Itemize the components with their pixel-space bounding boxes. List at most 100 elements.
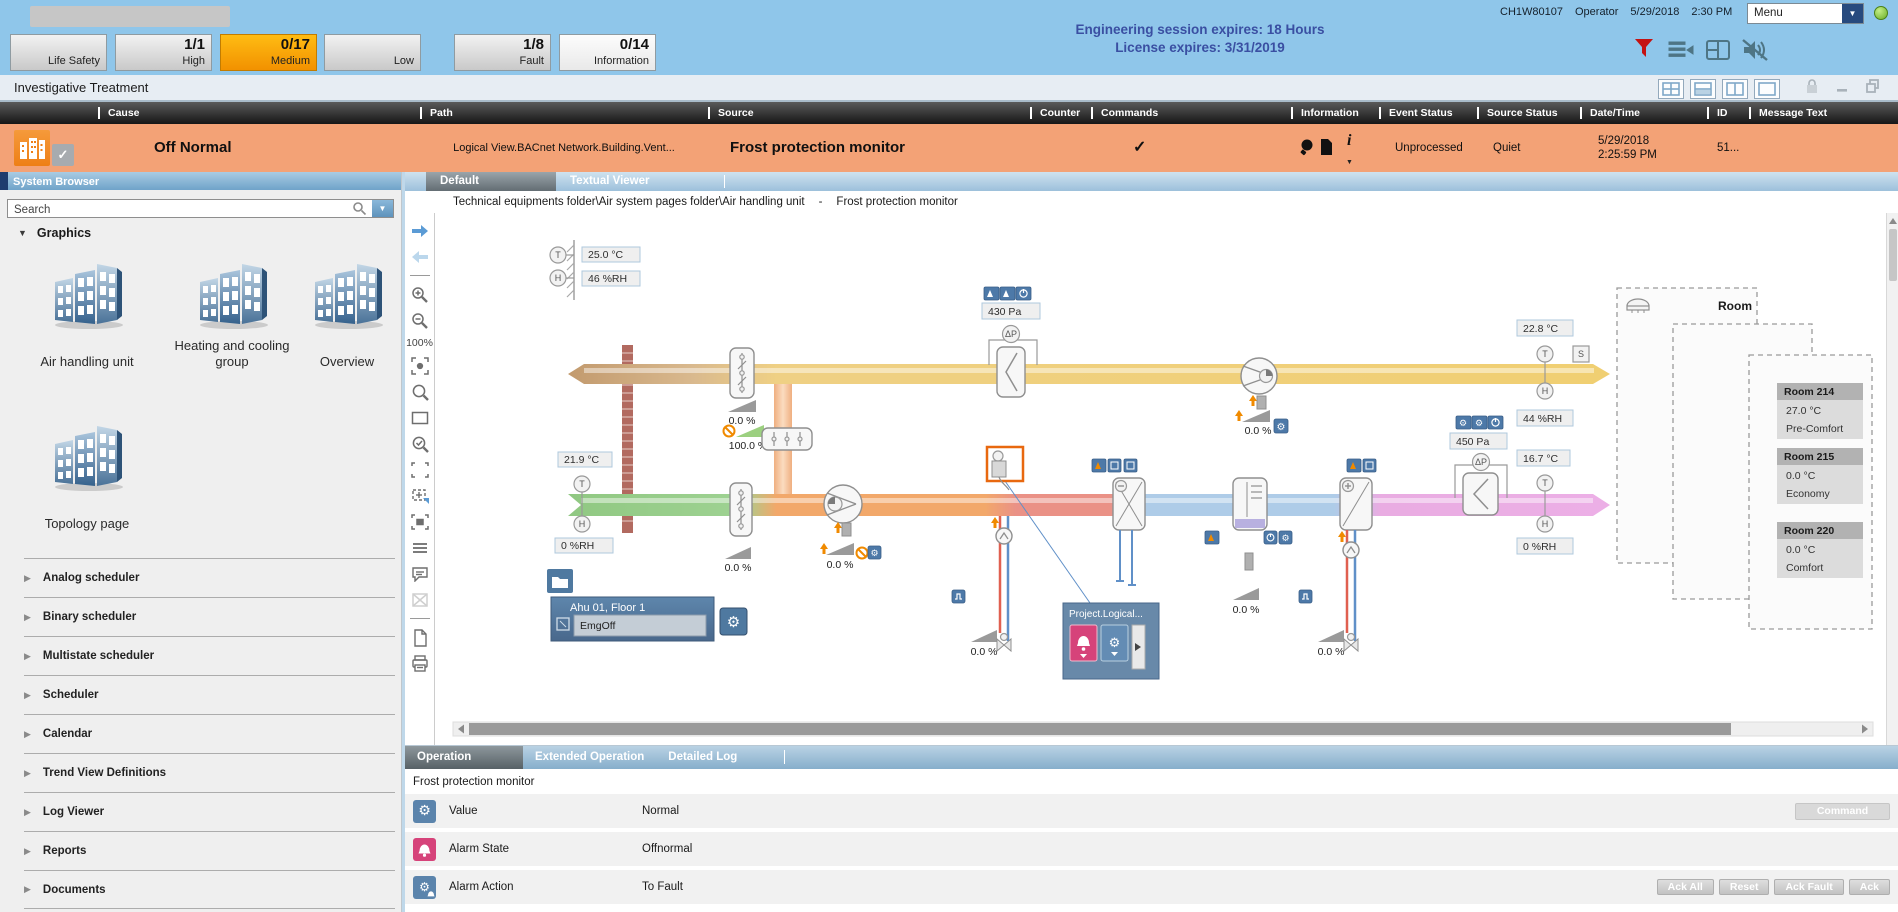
layout-single-button[interactable]	[1754, 79, 1780, 99]
tree-item-log-viewer[interactable]: ▶Log Viewer	[24, 792, 395, 831]
expander-icon[interactable]: ▶	[24, 612, 31, 623]
graphic-tile-overview[interactable]: Overview	[277, 258, 417, 370]
expander-icon[interactable]: ▶	[24, 768, 31, 779]
rectangle-select-icon[interactable]	[410, 408, 430, 427]
column-header-information[interactable]: Information	[1291, 102, 1379, 124]
expander-icon[interactable]: ▶	[24, 884, 31, 895]
cooling-coil[interactable]	[1092, 459, 1145, 585]
chevron-down-icon[interactable]: ▼	[1842, 4, 1863, 23]
controller-icon[interactable]	[1299, 590, 1312, 603]
search-input[interactable]	[8, 202, 341, 218]
collapse-icon[interactable]: ▼	[18, 228, 27, 238]
comment-icon[interactable]	[410, 564, 430, 583]
expander-icon[interactable]: ▶	[24, 846, 31, 857]
layout-columns-button[interactable]	[1722, 79, 1748, 99]
layout-grid-button[interactable]	[1658, 79, 1684, 99]
lock-icon[interactable]	[1806, 78, 1818, 99]
zoom-out-icon[interactable]	[410, 311, 430, 330]
expander-icon[interactable]: ▶	[24, 690, 31, 701]
alarm-category-low[interactable]: Low	[324, 34, 421, 71]
investigate-icon[interactable]	[1299, 138, 1315, 161]
tree-item-calendar[interactable]: ▶Calendar	[24, 714, 395, 753]
outside-air-damper[interactable]	[730, 483, 752, 536]
layout-rows-button[interactable]	[1690, 79, 1716, 99]
tab-extended-operation[interactable]: Extended Operation	[523, 746, 656, 769]
search-icon[interactable]	[352, 201, 367, 221]
graphic-tile-air-handling-unit[interactable]: Air handling unit	[17, 258, 157, 370]
tab-detailed-log[interactable]: Detailed Log	[656, 746, 774, 769]
ahu-settings-button[interactable]: ⚙	[720, 608, 747, 635]
tab-default[interactable]: Default	[426, 172, 556, 191]
popup-alarm-button[interactable]	[1070, 625, 1097, 661]
tab-operation[interactable]: Operation	[405, 746, 523, 769]
tab-textual-viewer[interactable]: Textual Viewer	[556, 172, 686, 191]
event-list-icon[interactable]	[1667, 36, 1695, 64]
mute-speaker-icon[interactable]	[1741, 36, 1769, 64]
alarm-category-information[interactable]: 0/14 Information	[559, 34, 656, 71]
pan-mode-icon[interactable]	[410, 486, 430, 505]
note-icon[interactable]	[1319, 138, 1333, 161]
column-header-event-status[interactable]: Event Status	[1379, 102, 1477, 124]
scroll-up-arrow[interactable]	[1889, 218, 1897, 224]
info-icon[interactable]: i	[1347, 132, 1351, 150]
frost-protection-monitor-selected[interactable]	[987, 447, 1023, 490]
column-header-source[interactable]: Source	[708, 102, 1030, 124]
scrollbar-thumb[interactable]	[469, 723, 1731, 735]
diagram-vertical-scrollbar[interactable]	[1886, 213, 1898, 745]
alarm-category-medium[interactable]: 0/17 Medium	[220, 34, 317, 71]
zoom-check-icon[interactable]	[410, 434, 430, 453]
recirculation-damper[interactable]	[762, 428, 812, 450]
info-dropdown-icon[interactable]: ▼	[1346, 159, 1353, 166]
tree-node-graphics[interactable]: ▼ Graphics	[18, 226, 91, 240]
expander-icon[interactable]: ▶	[24, 651, 31, 662]
property-row-alarm-state[interactable]: Alarm State Offnormal	[405, 832, 1898, 866]
search-box[interactable]: ▼	[7, 199, 394, 218]
expander-icon[interactable]: ▶	[24, 573, 31, 584]
supply-air-unit[interactable]	[1463, 473, 1498, 515]
ack-all-button[interactable]: Ack All	[1657, 879, 1714, 895]
expander-icon[interactable]: ▶	[24, 807, 31, 818]
column-header-message-text[interactable]: Message Text	[1749, 102, 1898, 124]
exhaust-fan[interactable]	[1241, 358, 1277, 394]
tree-item-trend-view-definitions[interactable]: ▶Trend View Definitions	[24, 753, 395, 792]
search-filter-dropdown[interactable]: ▼	[372, 200, 393, 217]
tree-item-documents[interactable]: ▶Documents	[24, 870, 395, 909]
diagram-horizontal-scrollbar[interactable]	[453, 722, 1873, 736]
column-header-source-status[interactable]: Source Status	[1477, 102, 1580, 124]
layers-icon[interactable]	[410, 538, 430, 557]
expander-icon[interactable]: ▶	[24, 729, 31, 740]
alarm-category-fault[interactable]: 1/8 Fault	[454, 34, 551, 71]
property-row-value[interactable]: ⚙ Value Normal Command	[405, 794, 1898, 828]
tree-item-binary-scheduler[interactable]: ▶Binary scheduler	[24, 597, 395, 636]
property-row-alarm-action[interactable]: ⚙ Alarm Action To Fault Ack All Reset Ac…	[405, 870, 1898, 904]
fit-view-icon[interactable]	[410, 356, 430, 375]
alarm-category-high[interactable]: 1/1 High	[115, 34, 212, 71]
column-header-date-time[interactable]: Date/Time	[1580, 102, 1707, 124]
tree-item-analog-scheduler[interactable]: ▶Analog scheduler	[24, 558, 395, 597]
graphic-tile-topology-page[interactable]: Topology page	[17, 420, 157, 532]
power-status-icon[interactable]	[1016, 287, 1031, 300]
exhaust-air-damper[interactable]	[730, 348, 754, 398]
column-header-path[interactable]: Path	[420, 102, 708, 124]
column-header-counter[interactable]: Counter	[1030, 102, 1091, 124]
forward-icon[interactable]	[410, 221, 430, 240]
ack-fault-button[interactable]: Ack Fault	[1774, 879, 1843, 895]
controller-icon[interactable]	[952, 590, 965, 603]
event-command-check-icon[interactable]: ✓	[1091, 124, 1291, 172]
filter-icon[interactable]	[1630, 36, 1658, 64]
tree-item-multistate-scheduler[interactable]: ▶Multistate scheduler	[24, 636, 395, 675]
command-button[interactable]: Command	[1795, 803, 1890, 820]
room-card-215[interactable]: Room 215 0.0 °C Economy	[1777, 448, 1863, 504]
folder-icon[interactable]	[547, 569, 573, 593]
room-card-220[interactable]: Room 220 0.0 °C Comfort	[1777, 522, 1863, 578]
page-icon[interactable]	[410, 628, 430, 647]
tree-item-scheduler[interactable]: ▶Scheduler	[24, 675, 395, 714]
focus-selection-icon[interactable]	[410, 512, 430, 531]
selection-bounds-icon[interactable]	[410, 460, 430, 479]
column-header-id[interactable]: ID	[1707, 102, 1749, 124]
restore-window-icon[interactable]	[1866, 78, 1880, 99]
menu-dropdown[interactable]: Menu ▼	[1747, 3, 1864, 24]
supply-fan[interactable]	[824, 485, 862, 523]
zoom-in-icon[interactable]	[410, 285, 430, 304]
reset-button[interactable]: Reset	[1719, 879, 1770, 895]
